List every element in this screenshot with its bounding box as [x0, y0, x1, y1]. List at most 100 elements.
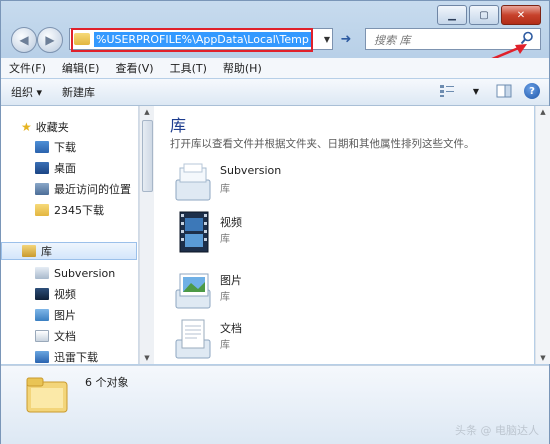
view-list-icon — [440, 85, 454, 97]
toolbar-right-group: ▼ ? — [439, 82, 541, 100]
nav-item-desktop[interactable]: 桌面 — [35, 159, 76, 177]
go-arrow-icon: ➜ — [340, 31, 352, 47]
nav-item-label: Subversion — [54, 266, 116, 280]
nav-pane-scrollbar[interactable]: ▲ ▼ — [139, 106, 154, 364]
back-arrow-icon: ◀ — [19, 33, 29, 47]
menu-view[interactable]: 查看(V) — [107, 60, 161, 76]
nav-library-label: 库 — [41, 245, 52, 258]
forward-arrow-icon: ▶ — [45, 33, 55, 47]
command-toolbar: 组织 ▾ 新建库 ▼ ? — [1, 79, 549, 106]
close-icon: ✕ — [516, 9, 526, 21]
item-count: 6 个对象 — [85, 376, 129, 389]
menu-edit[interactable]: 编辑(E) — [54, 60, 108, 76]
document-library-icon — [175, 319, 211, 359]
new-library-button[interactable]: 新建库 — [52, 84, 105, 100]
forward-button[interactable]: ▶ — [37, 27, 63, 53]
search-icon[interactable] — [520, 31, 534, 45]
library-item-type: 库 — [220, 184, 230, 195]
desktop-icon — [35, 162, 49, 174]
recent-places-icon — [35, 183, 49, 195]
view-dropdown-button[interactable]: ▼ — [467, 82, 485, 100]
menu-file[interactable]: 文件(F) — [1, 60, 54, 76]
library-item-name: 文档 — [220, 322, 242, 335]
download-folder-icon — [35, 141, 49, 153]
library-item-type: 库 — [220, 234, 230, 245]
back-button[interactable]: ◀ — [11, 27, 37, 53]
help-button[interactable]: ? — [523, 82, 541, 100]
nav-library-videos[interactable]: 视频 — [35, 285, 76, 303]
nav-item-label: 迅雷下载 — [54, 351, 98, 364]
scroll-up-icon[interactable]: ▲ — [140, 106, 154, 118]
help-icon: ? — [524, 83, 540, 99]
scrollbar-thumb[interactable] — [142, 120, 153, 192]
library-icon — [35, 267, 49, 279]
address-dropdown-button[interactable]: ▼ — [321, 28, 333, 50]
picture-icon — [35, 309, 49, 321]
folder-icon — [74, 33, 90, 45]
search-box[interactable] — [365, 28, 541, 50]
address-bar[interactable]: %USERPROFILE%\AppData\Local\Temp — [69, 28, 333, 50]
chevron-down-icon: ▼ — [323, 34, 331, 44]
menu-bar: 文件(F) 编辑(E) 查看(V) 工具(T) 帮助(H) — [1, 58, 549, 78]
address-path[interactable]: %USERPROFILE%\AppData\Local\Temp — [94, 31, 311, 47]
close-button[interactable]: ✕ — [501, 5, 541, 25]
library-item-name: 视频 — [220, 216, 242, 229]
nav-item-label: 文档 — [54, 330, 76, 343]
library-icon — [175, 163, 211, 201]
nav-library-thunder[interactable]: 迅雷下载 — [35, 348, 98, 364]
window-caption-buttons: ▁ ▢ ✕ — [437, 5, 541, 25]
picture-library-icon — [175, 273, 211, 309]
nav-item-2345-download[interactable]: 2345下载 — [35, 201, 104, 219]
library-item-type: 库 — [220, 340, 230, 351]
library-item-subversion[interactable]: Subversion 库 — [172, 160, 472, 210]
nav-item-label: 下载 — [54, 141, 76, 154]
maximize-icon: ▢ — [479, 9, 489, 21]
nav-item-label: 2345下载 — [54, 204, 104, 217]
scroll-up-icon[interactable]: ▲ — [536, 106, 550, 118]
scroll-down-icon[interactable]: ▼ — [536, 352, 550, 364]
folder-icon — [35, 204, 49, 216]
content-scrollbar[interactable]: ▲ ▼ — [535, 106, 550, 364]
view-options-button[interactable] — [439, 82, 457, 100]
nav-item-label: 视频 — [54, 288, 76, 301]
nav-item-recent[interactable]: 最近访问的位置 — [35, 180, 131, 198]
library-item-documents[interactable]: 文档 库 — [172, 316, 472, 364]
nav-library-subversion[interactable]: Subversion — [35, 264, 115, 282]
details-pane: 6 个对象 头条 @ 电脑达人 — [1, 365, 549, 444]
thunder-download-icon — [35, 351, 49, 363]
nav-item-label: 最近访问的位置 — [54, 183, 131, 196]
nav-library-pictures[interactable]: 图片 — [35, 306, 76, 324]
menu-tools[interactable]: 工具(T) — [162, 60, 215, 76]
search-input[interactable] — [372, 31, 516, 49]
library-item-pictures[interactable]: 图片 库 — [172, 268, 472, 318]
library-item-name: 图片 — [220, 274, 242, 287]
explorer-window: ▁ ▢ ✕ ◀ ▶ %USERPROFILE%\AppData\Local\Te… — [0, 0, 550, 444]
nav-item-label: 图片 — [54, 309, 76, 322]
maximize-button[interactable]: ▢ — [469, 5, 499, 25]
scroll-down-icon[interactable]: ▼ — [140, 352, 154, 364]
content-description: 打开库以查看文件并根据文件夹、日期和其他属性排列这些文件。 — [170, 138, 475, 150]
nav-item-label: 桌面 — [54, 162, 76, 175]
nav-library-documents[interactable]: 文档 — [35, 327, 76, 345]
star-icon: ★ — [21, 120, 32, 134]
video-library-icon — [179, 211, 209, 253]
preview-pane-icon — [496, 84, 512, 98]
library-item-name: Subversion — [220, 164, 282, 177]
video-icon — [35, 288, 49, 300]
library-folder-icon — [26, 377, 68, 413]
organize-button[interactable]: 组织 ▾ — [1, 84, 52, 100]
preview-pane-button[interactable] — [495, 82, 513, 100]
menu-help[interactable]: 帮助(H) — [215, 60, 270, 76]
nav-favorites-label: 收藏夹 — [35, 121, 69, 134]
nav-library[interactable]: 库 — [1, 242, 137, 260]
nav-item-downloads[interactable]: 下载 — [35, 138, 76, 156]
content-pane: 库 打开库以查看文件并根据文件夹、日期和其他属性排列这些文件。 Subversi… — [154, 106, 534, 364]
watermark: 头条 @ 电脑达人 — [455, 424, 539, 437]
library-icon — [22, 245, 36, 257]
library-item-type: 库 — [220, 292, 230, 303]
minimize-button[interactable]: ▁ — [437, 5, 467, 25]
content-title: 库 — [170, 116, 187, 135]
go-button[interactable]: ➜ — [337, 29, 355, 49]
nav-favorites[interactable]: ★ 收藏夹 — [21, 118, 69, 136]
library-item-videos[interactable]: 视频 库 — [172, 210, 472, 260]
